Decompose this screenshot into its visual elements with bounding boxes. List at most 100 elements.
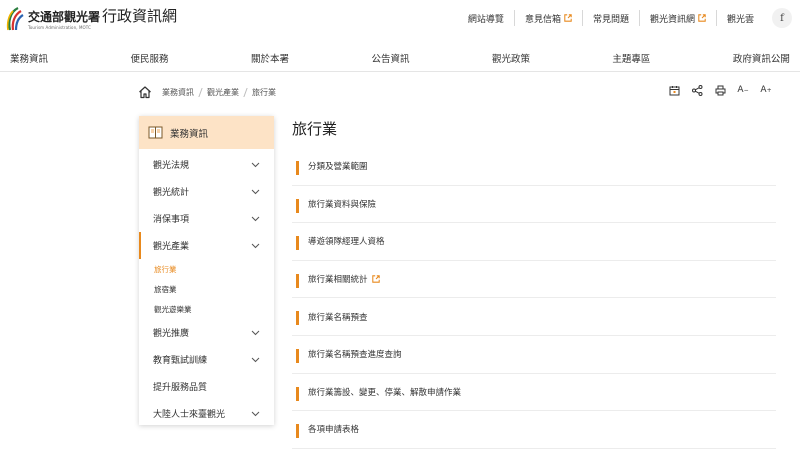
breadcrumb: 業務資訊 觀光產業 旅行業 — [138, 85, 276, 99]
accent-bar — [296, 348, 299, 363]
breadcrumb-current: 旅行業 — [252, 87, 276, 97]
utility-link-sitemap[interactable]: 網站導覽 — [458, 10, 514, 26]
sidebar-list: 觀光法規 觀光統計 消保事項 觀光產業 旅行業 旅宿業 觀光遊樂業 觀光推廣 教… — [139, 149, 274, 427]
list-item[interactable]: 旅行業籌設、變更、停業、解散申請作業 — [292, 374, 776, 412]
font-decrease-button[interactable]: A − — [737, 84, 749, 96]
list-item-label: 分類及營業範圍 — [308, 162, 368, 173]
share-icon[interactable] — [691, 84, 703, 96]
list-item[interactable]: 各項申請表格 — [292, 411, 776, 449]
utility-link-mailbox[interactable]: 意見信箱 — [513, 10, 582, 26]
utility-label: 觀光資訊網 — [649, 14, 695, 25]
nav-item-topics[interactable]: 主題專區 — [612, 51, 650, 65]
accent-bar — [296, 386, 299, 401]
accent-bar — [296, 273, 299, 288]
utility-nav: 網站導覽 意見信箱 常見問題 觀光資訊網 觀光雲 f — [458, 8, 792, 28]
utility-label: 網站導覽 — [467, 14, 504, 25]
top-bar: 交通部觀光署 行政資訊網 Tourism Administration, MOT… — [0, 0, 800, 40]
accent-bar — [296, 236, 299, 251]
nav-item-business-info[interactable]: 業務資訊 — [10, 51, 48, 65]
sidebar-subitem-amusement[interactable]: 觀光遊樂業 — [139, 299, 274, 319]
list-item[interactable]: 分類及營業範圍 — [292, 148, 776, 186]
site-logo[interactable]: 交通部觀光署 行政資訊網 Tourism Administration, MOT… — [6, 6, 177, 32]
sidebar: 業務資訊 觀光法規 觀光統計 消保事項 觀光產業 旅行業 旅宿業 觀光遊樂業 觀… — [139, 116, 274, 425]
list-item[interactable]: 旅行業名稱預查 — [292, 298, 776, 336]
sidebar-item-label: 提升服務品質 — [153, 383, 208, 393]
list-item[interactable]: 旅行業相關統計 — [292, 261, 776, 299]
page-tools: A − A + — [668, 84, 783, 96]
utility-link-faq[interactable]: 常見問題 — [581, 10, 639, 26]
breadcrumb-separator — [198, 87, 203, 97]
external-link-icon — [698, 14, 706, 22]
list-item[interactable]: 導遊領隊經理人資格 — [292, 223, 776, 261]
book-icon — [148, 126, 163, 139]
list-item-label: 旅行業資料與保險 — [308, 199, 377, 210]
sidebar-item-label: 觀光統計 — [153, 188, 190, 198]
list-item-label: 各項申請表格 — [308, 425, 360, 436]
main-content: 旅行業 分類及營業範圍 旅行業資料與保險 導遊領隊經理人資格 旅行業相關統計 旅… — [292, 118, 776, 449]
chevron-down-icon — [251, 330, 260, 335]
sidebar-item-consumer-protection[interactable]: 消保事項 — [139, 205, 274, 232]
list-item-text: 旅行業相關統計 — [308, 273, 380, 285]
breadcrumb-item[interactable]: 觀光產業 — [207, 87, 239, 98]
sidebar-item-label: 觀光產業 — [153, 242, 190, 252]
chevron-down-icon — [251, 189, 260, 194]
content-list: 分類及營業範圍 旅行業資料與保險 導遊領隊經理人資格 旅行業相關統計 旅行業名稱… — [292, 148, 776, 449]
sidebar-item-service-quality[interactable]: 提升服務品質 — [139, 373, 274, 400]
list-item-label: 旅行業名稱預查進度查詢 — [308, 350, 402, 361]
sidebar-item-training[interactable]: 教育甄試訓練 — [139, 346, 274, 373]
nav-item-gov-info[interactable]: 政府資訊公開 — [733, 51, 790, 65]
utility-label: 觀光雲 — [726, 14, 754, 25]
sidebar-item-label: 觀光推廣 — [153, 329, 190, 339]
sidebar-header: 業務資訊 — [139, 116, 274, 149]
utility-label: 意見信箱 — [524, 14, 561, 25]
list-item-label: 旅行業名稱預查 — [308, 312, 368, 323]
nav-item-about[interactable]: 關於本署 — [251, 51, 289, 65]
logo-site-name: 行政資訊網 — [102, 6, 178, 25]
nav-item-public-service[interactable]: 便民服務 — [130, 51, 168, 65]
nav-item-announcements[interactable]: 公告資訊 — [371, 51, 409, 65]
chevron-down-icon — [251, 411, 260, 416]
list-item-label: 旅行業籌設、變更、停業、解散申請作業 — [308, 387, 462, 398]
chevron-down-icon — [251, 216, 260, 221]
accent-bar — [296, 311, 299, 326]
sidebar-item-label: 大陸人士來臺觀光 — [153, 410, 226, 420]
home-icon[interactable] — [138, 85, 152, 99]
sidebar-item-mainland-visitors[interactable]: 大陸人士來臺觀光 — [139, 400, 274, 427]
accent-bar — [296, 161, 299, 175]
page-title: 旅行業 — [292, 120, 338, 138]
sidebar-subitem-hotel[interactable]: 旅宿業 — [139, 279, 274, 299]
facebook-icon[interactable]: f — [772, 8, 792, 28]
logo-icon — [6, 7, 24, 31]
chevron-down-icon — [251, 243, 260, 248]
sidebar-item-tourism-promotion[interactable]: 觀光推廣 — [139, 319, 274, 346]
sidebar-item-label: 觀光法規 — [153, 161, 190, 171]
list-item[interactable]: 旅行業資料與保險 — [292, 186, 776, 224]
facebook-glyph: f — [780, 12, 784, 24]
accent-bar — [296, 198, 299, 213]
accent-bar — [296, 424, 299, 439]
external-link-icon — [564, 14, 572, 22]
sidebar-item-label: 教育甄試訓練 — [153, 356, 208, 366]
logo-english-name: Tourism Administration, MOTC — [28, 24, 91, 30]
font-increase-button[interactable]: A + — [760, 84, 772, 96]
breadcrumb-separator — [243, 87, 248, 97]
sidebar-subitem-travel-agency[interactable]: 旅行業 — [139, 259, 274, 279]
sidebar-item-tourism-law[interactable]: 觀光法規 — [139, 151, 274, 178]
external-link-icon — [371, 275, 380, 283]
list-item-label: 旅行業相關統計 — [308, 275, 368, 286]
calendar-icon[interactable] — [668, 84, 680, 96]
list-item[interactable]: 旅行業名稱預查進度查詢 — [292, 336, 776, 374]
chevron-down-icon — [251, 162, 260, 167]
list-item-label: 導遊領隊經理人資格 — [308, 237, 385, 248]
nav-item-policy[interactable]: 觀光政策 — [492, 51, 530, 65]
chevron-down-icon — [251, 357, 260, 362]
logo-org-name: 交通部觀光署 — [28, 9, 101, 24]
print-icon[interactable] — [714, 84, 726, 96]
sidebar-item-tourism-stats[interactable]: 觀光統計 — [139, 178, 274, 205]
breadcrumb-item[interactable]: 業務資訊 — [162, 87, 194, 98]
utility-link-tourism-info[interactable]: 觀光資訊網 — [638, 10, 716, 26]
utility-link-tourism-cloud[interactable]: 觀光雲 — [715, 10, 764, 26]
sidebar-item-tourism-industry[interactable]: 觀光產業 — [139, 232, 274, 259]
sidebar-title: 業務資訊 — [170, 128, 209, 140]
main-nav: 業務資訊 便民服務 關於本署 公告資訊 觀光政策 主題專區 政府資訊公開 — [0, 44, 800, 72]
